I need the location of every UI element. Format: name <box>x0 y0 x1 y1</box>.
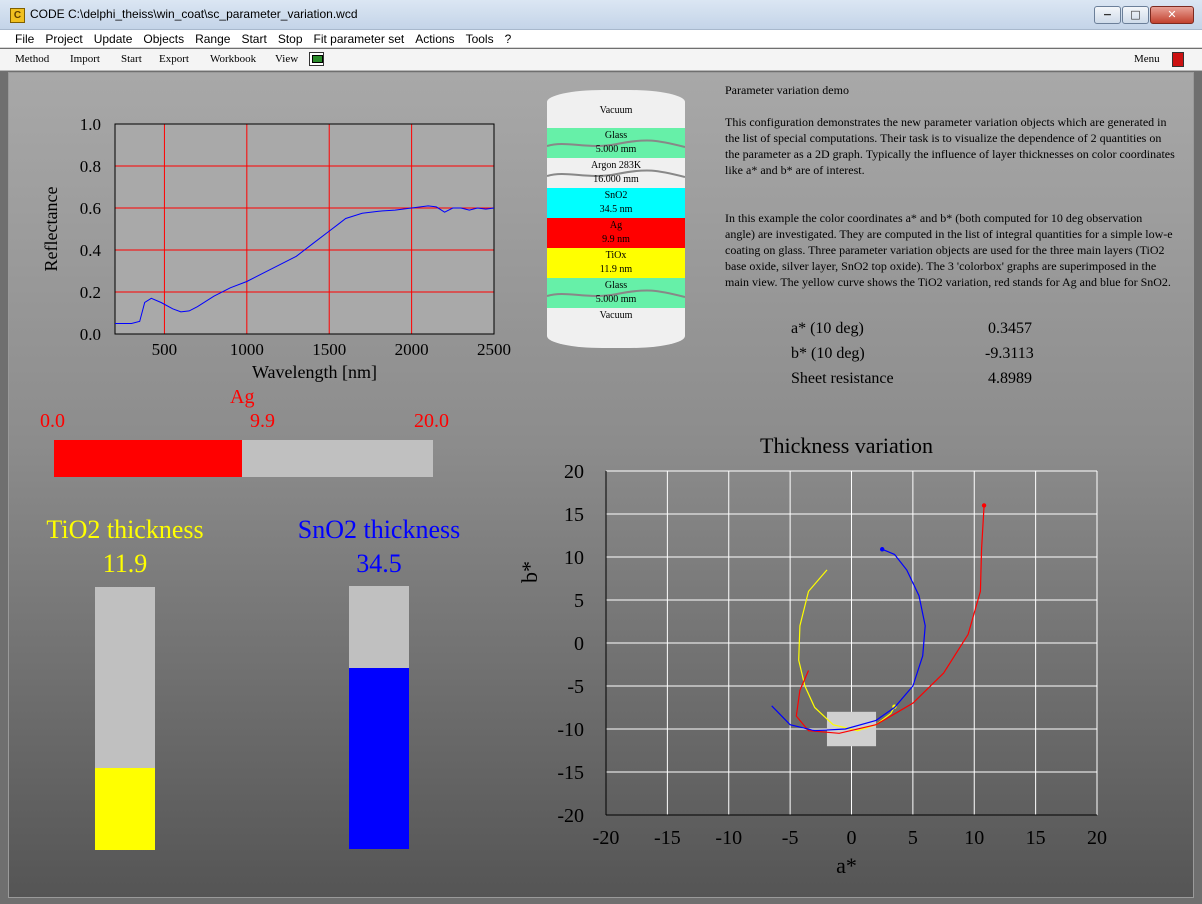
thickness-y-tick-label: 20 <box>564 461 584 483</box>
thickness-y-axis-label: b* <box>517 561 542 583</box>
thickness-x-tick-label: 20 <box>1087 827 1107 849</box>
thickness-x-tick-label: -10 <box>715 827 742 849</box>
thickness-y-tick-label: -10 <box>557 719 584 741</box>
thickness-y-tick-label: 5 <box>574 590 584 612</box>
thickness-y-tick-label: 15 <box>564 504 584 526</box>
thickness-y-tick-label: 10 <box>564 547 584 569</box>
thickness-x-tick-label: 15 <box>1026 827 1046 849</box>
sno2-variation-curve <box>771 548 926 732</box>
thickness-y-tick-label: -15 <box>557 762 584 784</box>
thickness-y-tick-label: -20 <box>557 805 584 827</box>
thickness-x-tick-label: -5 <box>782 827 799 849</box>
thickness-variation-chart: -20 -20 -15 -15 -10 -10 -5 -5 0 0 5 5 10 10 15 15 20 20 Th… <box>517 433 1107 878</box>
thickness-x-tick-label: 0 <box>847 827 857 849</box>
thickness-chart-title: Thickness variation <box>760 433 933 458</box>
sno2-curve-end-marker <box>879 547 885 552</box>
ag-variation-curve <box>795 505 985 734</box>
thickness-x-tick-label: 5 <box>908 827 918 849</box>
thickness-y-tick-label: 0 <box>574 633 584 655</box>
thickness-x-tick-label: 10 <box>964 827 984 849</box>
ag-curve-end-marker <box>981 503 987 508</box>
thickness-x-axis-label: a* <box>836 853 857 878</box>
thickness-x-tick-label: -20 <box>593 827 620 849</box>
thickness-x-tick-label: -15 <box>654 827 681 849</box>
thickness-y-tick-label: -5 <box>567 676 584 698</box>
tio2-variation-curve <box>798 569 896 732</box>
